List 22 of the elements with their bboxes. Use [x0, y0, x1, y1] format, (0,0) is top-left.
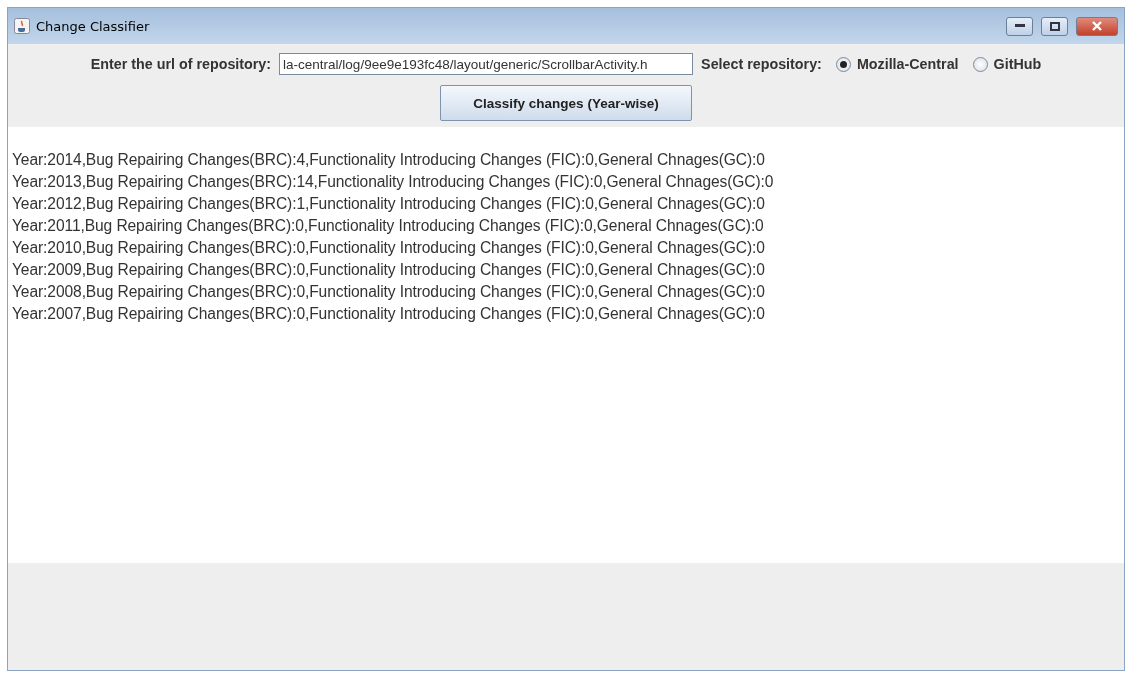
- classify-button[interactable]: Classify changes (Year-wise): [440, 85, 692, 121]
- java-cup-icon: [14, 18, 30, 34]
- repository-radio[interactable]: Mozilla-Central: [835, 56, 959, 72]
- repository-radio[interactable]: GitHub: [972, 56, 1042, 72]
- minimize-button[interactable]: [1006, 16, 1033, 36]
- output-line: Year:2010,Bug Repairing Changes(BRC):0,Functionality Introducing Changes (FIC):0,General Chnages(GC):0: [12, 238, 766, 258]
- output-line: Year:2009,Bug Repairing Changes(BRC):0,Functionality Introducing Changes (FIC):0,General Chnages(GC):0: [12, 260, 766, 280]
- minimize-icon: [1014, 24, 1025, 28]
- repository-label: Select repository:: [701, 56, 822, 72]
- close-button[interactable]: [1076, 16, 1118, 36]
- output-line: Year:2008,Bug Repairing Changes(BRC):0,Functionality Introducing Changes (FIC):0,General Chnages(GC):0: [12, 282, 766, 302]
- output-line: Year:2011,Bug Repairing Changes(BRC):0,Functionality Introducing Changes (FIC):0,General Chnages(GC):0: [12, 216, 765, 236]
- window-title: Change Classifier: [36, 18, 151, 34]
- output-line: Year:2014,Bug Repairing Changes(BRC):4,Functionality Introducing Changes (FIC):0,General Chnages(GC):0: [12, 150, 766, 170]
- maximize-icon: [1049, 21, 1060, 31]
- output-line: Year:2013,Bug Repairing Changes(BRC):14,Functionality Introducing Changes (FIC):0,General Chnages(GC):0: [12, 172, 775, 192]
- maximize-button[interactable]: [1041, 16, 1068, 36]
- output-line: Year:2007,Bug Repairing Changes(BRC):0,Functionality Introducing Changes (FIC):0,General Chnages(GC):0: [12, 304, 766, 324]
- output-line: Year:2012,Bug Repairing Changes(BRC):1,Functionality Introducing Changes (FIC):0,General Chnages(GC):0: [12, 194, 766, 214]
- url-label: Enter the url of repository:: [90, 56, 272, 72]
- url-field[interactable]: la-central/log/9ee9e193fc48/layout/generic/ScrollbarActivity.h: [279, 53, 694, 75]
- close-icon: [1091, 21, 1103, 31]
